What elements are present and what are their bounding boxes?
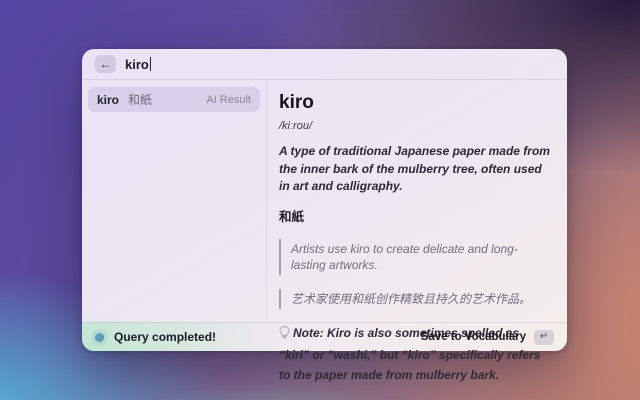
return-glyph: ↵: [540, 332, 548, 342]
result-list-item[interactable]: kiro 和紙 AI Result: [88, 87, 260, 112]
results-sidebar: kiro 和紙 AI Result: [82, 80, 267, 322]
window-body: kiro 和紙 AI Result kiro /kiːrou/ A type o…: [82, 80, 567, 322]
example-sentence-en: Artists use kiro to create delicate and …: [279, 239, 551, 275]
save-to-vocabulary-button[interactable]: Save to Vocabulary: [421, 331, 526, 343]
status-dot-icon: [95, 333, 104, 342]
result-word: kiro: [97, 93, 119, 107]
search-input[interactable]: kiro: [125, 57, 151, 72]
result-translation: 和紙: [128, 91, 152, 108]
ai-result-badge: AI Result: [206, 94, 251, 106]
search-bar: ← kiro: [82, 49, 567, 80]
search-input-value: kiro: [125, 57, 149, 72]
translation-text: 和紙: [279, 206, 551, 225]
status-message: Query completed!: [114, 330, 216, 344]
return-key-icon[interactable]: ↵: [534, 330, 554, 345]
word-title: kiro: [279, 92, 551, 114]
back-button[interactable]: ←: [95, 55, 116, 73]
definition-text: A type of traditional Japanese paper mad…: [279, 143, 551, 196]
definition-panel: kiro /kiːrou/ A type of traditional Japa…: [267, 80, 567, 322]
text-cursor: [150, 57, 152, 71]
dictionary-popup-window: ← kiro kiro 和紙 AI Result kiro /kiːrou/ A…: [82, 49, 567, 351]
arrow-left-icon: ←: [100, 58, 112, 70]
status-bar: Query completed! Save to Vocabulary ↵: [82, 322, 567, 351]
example-sentence-zh: 艺术家使用和纸创作精致且持久的艺术作品。: [279, 289, 551, 309]
pronunciation: /kiːrou/: [279, 119, 551, 133]
